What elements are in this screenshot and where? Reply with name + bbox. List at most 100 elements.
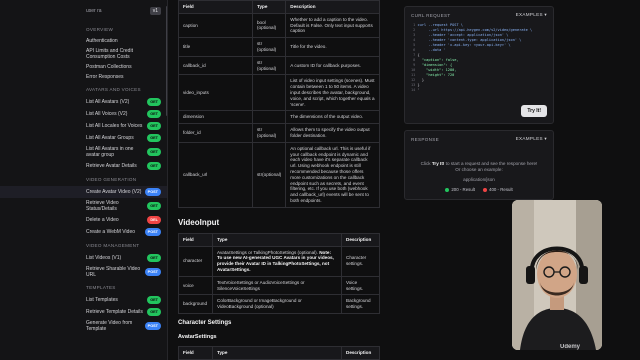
webcam-overlay <box>512 200 602 350</box>
sidebar-top: user ra v1 <box>0 0 167 22</box>
response-try-link[interactable]: Try It! <box>432 161 445 166</box>
sidebar-item[interactable]: Postman Collections <box>0 62 167 72</box>
sidebar-item[interactable]: API Limits and Credit Consumption Costs <box>0 46 167 62</box>
table-row: voice TextVoiceSettings or AudioVoiceSett… <box>178 275 380 296</box>
sidebar-item-label: List All Locales for Voices <box>86 123 143 129</box>
table-header-row: Field Type Description <box>178 232 380 247</box>
field-type: str (optional) <box>251 123 287 143</box>
sidebar-item[interactable]: Delete a Video DEL <box>0 214 167 226</box>
col-description: Description <box>341 345 380 360</box>
response-examples-dropdown[interactable]: EXAMPLES ▾ <box>516 136 547 142</box>
response-title: RESPONSE <box>411 136 439 142</box>
user-label[interactable]: user ra <box>86 8 102 14</box>
sidebar-item[interactable]: Create Avatar Video (V2) POST <box>0 186 167 198</box>
code-text: "caption": false, <box>417 58 459 62</box>
sidebar-item-label: List All Voices (V2) <box>86 111 128 117</box>
sidebar-item-label: Error Responses <box>86 74 124 80</box>
field-type-text: ColorBackground or ImageBackground or Vi… <box>217 298 302 310</box>
videoinput-table: Field Type Description character AvatarSe… <box>178 232 380 314</box>
sidebar-item[interactable]: Error Responses <box>0 72 167 82</box>
field-description: Character settings. <box>341 245 380 277</box>
presenter-image <box>512 200 602 350</box>
section-title-videoinput: VideoInput <box>178 217 220 227</box>
field-name: callback_id <box>178 55 253 76</box>
curl-request-card: CURL REQUEST EXAMPLES ▾ 1 curl --request… <box>404 6 554 124</box>
sidebar-item[interactable]: Authentication <box>0 36 167 46</box>
content-type: application/json <box>463 177 495 182</box>
method-badge: GET <box>147 162 161 170</box>
response-example-item[interactable]: 400 - Result <box>483 187 513 193</box>
col-field: Field <box>178 0 253 14</box>
field-type-text: TextVoiceSettings or AudioVoiceSettings … <box>217 279 305 291</box>
field-name: title <box>178 37 253 57</box>
method-badge: POST <box>144 228 161 236</box>
sidebar-section-title: VIDEO GENERATION <box>86 177 137 182</box>
response-example-item[interactable]: 200 - Result <box>445 187 475 193</box>
method-badge: GET <box>147 110 161 118</box>
curl-header: CURL REQUEST EXAMPLES ▾ <box>405 7 553 23</box>
status-dot-icon <box>445 187 450 192</box>
method-badge: GET <box>147 254 161 262</box>
sidebar-item[interactable]: List All Voices (V2) GET <box>0 108 167 120</box>
code-text: "width": 1280, <box>417 68 457 72</box>
sidebar-item[interactable]: Retrieve Avatar Details GET <box>0 160 167 172</box>
method-badge: GET <box>147 122 161 130</box>
section-overview: OVERVIEW <box>86 27 114 32</box>
sidebar-item[interactable]: Retrieve Video Status/Details GET <box>0 198 167 214</box>
sidebar-item[interactable]: Create a WebM Video POST <box>0 226 167 238</box>
field-name: character <box>178 245 213 277</box>
sidebar-item[interactable]: Retrieve Sharable Video URL POST <box>0 264 167 280</box>
section-title-character-settings: Character Settings <box>178 319 232 326</box>
avatar-settings-table: Field Type Description typeLiteral["avat… <box>178 345 380 360</box>
sidebar-item-label: List Videos (V1) <box>86 255 122 261</box>
field-type: str (optional) <box>251 37 287 57</box>
method-badge: GET <box>147 148 161 156</box>
field-type <box>251 74 287 112</box>
field-type-text: AvatarSettings or TalkingPhotoSettings (… <box>217 249 318 255</box>
sidebar-item-label: Generate Video from Template <box>86 320 133 332</box>
code-text: --header 'x-api-key: <your-api-key>' \ <box>417 43 511 47</box>
response-example-label: 400 - Result <box>489 187 513 192</box>
code-text: } <box>417 78 424 82</box>
code-text: "dimension": { <box>417 63 453 67</box>
field-type: str (optional) <box>251 55 287 76</box>
method-badge: POST <box>144 268 161 276</box>
method-badge: GET <box>147 202 161 210</box>
sidebar-item[interactable]: Retrieve Template Details GET <box>0 306 167 318</box>
sidebar-item[interactable]: List All Locales for Voices GET <box>0 120 167 132</box>
overview-list: Authentication API Limits and Credit Cons… <box>0 36 167 82</box>
field-type: AvatarSettings or TalkingPhotoSettings (… <box>212 245 342 277</box>
sidebar-item[interactable]: List Templates GET <box>0 294 167 306</box>
sidebar-scrollbar[interactable] <box>166 6 167 116</box>
request-fields-table: Field Type Description caption bool (opti… <box>178 0 380 208</box>
try-it-button[interactable]: Try It! <box>521 105 547 117</box>
code-text: --header 'accept: application/json' \ <box>417 33 509 37</box>
col-description: Description <box>341 232 380 247</box>
curl-examples-dropdown[interactable]: EXAMPLES ▾ <box>516 12 547 18</box>
response-examples-list: 200 - Result 400 - Result <box>405 187 553 193</box>
sidebar-item-label: List All Avatars (V2) <box>86 99 130 105</box>
code-text: { <box>417 53 420 57</box>
code-text: --header 'content-type: application/json… <box>417 38 522 42</box>
code-text: --data ' <box>417 48 446 52</box>
sidebar-item-label: Create a WebM Video <box>86 229 136 235</box>
sidebar-item[interactable]: List All Avatars in one avatar group GET <box>0 144 167 160</box>
version-badge[interactable]: v1 <box>149 7 161 15</box>
sidebar-item-label: List Templates <box>86 297 118 303</box>
code-text: curl --request POST \ <box>417 23 463 27</box>
col-field: Field <box>178 232 213 247</box>
method-badge: GET <box>147 98 161 106</box>
sidebar-item-label: List All Avatar Groups <box>86 135 134 141</box>
sidebar-item[interactable]: List All Avatar Groups GET <box>0 132 167 144</box>
field-type: ColorBackground or ImageBackground or Vi… <box>212 294 342 314</box>
response-example-label: 200 - Result <box>451 187 475 192</box>
sidebar-item[interactable]: Generate Video from Template POST <box>0 318 167 334</box>
sidebar-item[interactable]: List All Avatars (V2) GET <box>0 96 167 108</box>
sidebar-item[interactable]: List Videos (V1) GET <box>0 252 167 264</box>
curl-code-block[interactable]: 1 curl --request POST \ 2 --url https://… <box>405 23 553 93</box>
table-row: callback_url str(optional) An optional cal… <box>178 141 380 208</box>
sidebar-item-label: Retrieve Video Status/Details <box>86 200 119 212</box>
response-body: Click Try It! to start a request and see… <box>405 147 553 193</box>
field-description: The dimensions of the output video. <box>285 110 380 125</box>
response-card: RESPONSE EXAMPLES ▾ Click Try It! to sta… <box>404 130 554 200</box>
